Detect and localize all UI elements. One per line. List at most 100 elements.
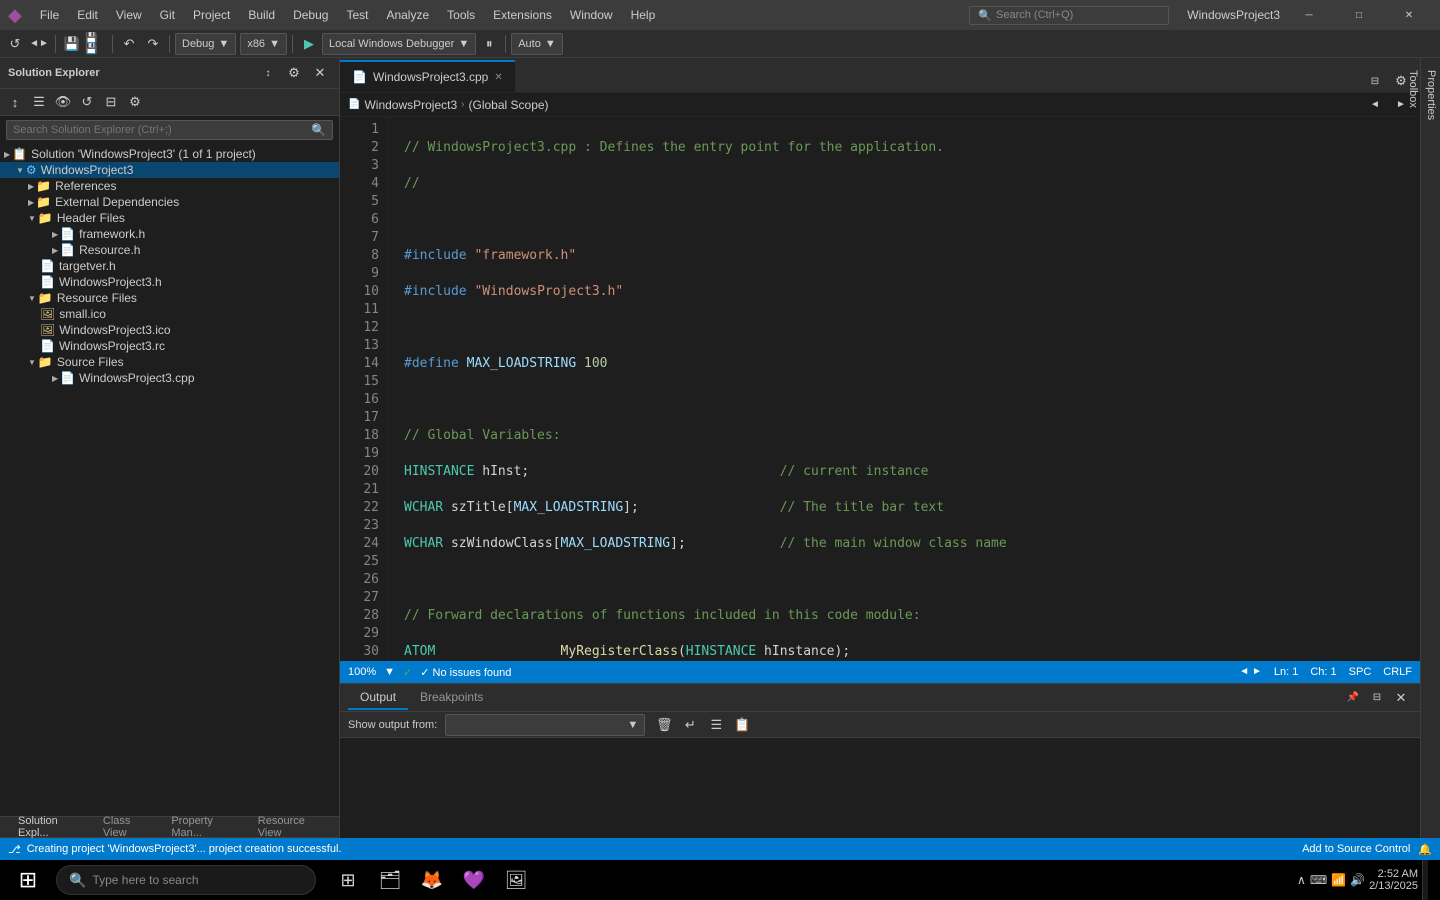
menu-window[interactable]: Window: [562, 6, 621, 24]
sound-icon[interactable]: 🔊: [1350, 873, 1365, 887]
tree-project[interactable]: ▼ ⚙ WindowsProject3: [0, 162, 339, 178]
breadcrumb-file[interactable]: WindowsProject3: [364, 98, 457, 112]
menu-edit[interactable]: Edit: [69, 6, 106, 24]
menu-file[interactable]: File: [32, 6, 67, 24]
editor-tab-wp3-cpp[interactable]: 📄 WindowsProject3.cpp ✕: [340, 60, 515, 92]
title-bar: ◆ File Edit View Git Project Build Debug…: [0, 0, 1440, 30]
tab-property-manager[interactable]: Property Man...: [161, 813, 245, 838]
se-show-all-btn[interactable]: 👁: [52, 91, 74, 113]
se-refresh-btn[interactable]: ↺: [76, 91, 98, 113]
tree-solution[interactable]: ▶ 📋 Solution 'WindowsProject3' (1 of 1 p…: [0, 146, 339, 162]
undo-btn[interactable]: ↶: [118, 33, 140, 55]
se-settings-btn[interactable]: ⚙: [283, 62, 305, 84]
tree-file-targetver-h[interactable]: 📄 targetver.h: [0, 258, 339, 274]
tree-file-wp3-cpp[interactable]: ▶ 📄 WindowsProject3.cpp: [0, 370, 339, 386]
start-button[interactable]: ⊞: [4, 860, 52, 900]
editor-nav-arrows: ◄ ►: [1239, 666, 1262, 678]
tab-class-view[interactable]: Class View: [93, 813, 159, 838]
se-pin-btn[interactable]: ↕: [257, 62, 279, 84]
config-dropdown[interactable]: Debug ▼: [175, 33, 236, 55]
tree-header-files[interactable]: ▼ 📁 Header Files: [0, 210, 339, 226]
open-btn[interactable]: ◄►: [28, 33, 50, 55]
menu-view[interactable]: View: [108, 6, 150, 24]
tab-resource-view[interactable]: Resource View: [248, 813, 331, 838]
redo-btn[interactable]: ↷: [142, 33, 164, 55]
taskbar-search-box[interactable]: 🔍 Type here to search: [56, 865, 316, 895]
tree-source-files[interactable]: ▼ 📁 Source Files: [0, 354, 339, 370]
tree-resource-files[interactable]: ▼ 📁 Resource Files: [0, 290, 339, 306]
new-project-btn[interactable]: ↺: [4, 33, 26, 55]
se-collapse-btn[interactable]: ⊟: [100, 91, 122, 113]
platform-dropdown[interactable]: x86 ▼: [240, 33, 287, 55]
taskbar-file-explorer[interactable]: 🗂: [370, 860, 410, 900]
taskbar-unknown-app[interactable]: 🖼: [496, 860, 536, 900]
zoom-level[interactable]: 100%: [348, 666, 376, 678]
wp3-h-label: WindowsProject3.h: [59, 275, 162, 289]
tab-solution-explorer[interactable]: Solution Expl...: [8, 813, 91, 838]
keyboard-icon[interactable]: ⌨: [1310, 873, 1327, 887]
output-copy-btn[interactable]: 📋: [731, 714, 753, 736]
save-btn[interactable]: 💾: [61, 33, 83, 55]
maximize-button[interactable]: □: [1336, 0, 1382, 30]
taskbar-task-view[interactable]: ⊞: [328, 860, 368, 900]
taskbar-vs[interactable]: 💜: [454, 860, 494, 900]
properties-tab[interactable]: Properties: [1422, 58, 1440, 838]
menu-git[interactable]: Git: [152, 6, 183, 24]
chevron-up-icon[interactable]: ∧: [1297, 873, 1306, 887]
menu-build[interactable]: Build: [240, 6, 283, 24]
toolbox-tab[interactable]: Toolbox: [1404, 58, 1422, 838]
output-float-btn[interactable]: ⊟: [1366, 687, 1388, 709]
close-button[interactable]: ✕: [1386, 0, 1432, 30]
wp3-cpp-arrow: ▶: [52, 374, 58, 383]
title-search-box[interactable]: 🔍 Search (Ctrl+Q): [969, 6, 1169, 25]
menu-test[interactable]: Test: [338, 6, 376, 24]
taskbar-time: 2:52 AM: [1369, 868, 1418, 880]
editor-split-btn[interactable]: ⊟: [1364, 70, 1386, 92]
se-sync-btn[interactable]: ↕: [4, 91, 26, 113]
tree-file-wp3-h[interactable]: 📄 WindowsProject3.h: [0, 274, 339, 290]
taskbar-firefox[interactable]: 🦊: [412, 860, 452, 900]
se-search-input[interactable]: [13, 124, 311, 136]
tab-output[interactable]: Output: [348, 686, 408, 710]
add-source-control-btn[interactable]: Add to Source Control: [1302, 843, 1410, 855]
small-ico-label: small.ico: [59, 307, 106, 321]
menu-debug[interactable]: Debug: [285, 6, 336, 24]
tree-file-resource-h[interactable]: ▶ 📄 Resource.h: [0, 242, 339, 258]
menu-tools[interactable]: Tools: [439, 6, 483, 24]
tree-file-wp3-rc[interactable]: 📄 WindowsProject3.rc: [0, 338, 339, 354]
taskbar-clock[interactable]: 2:52 AM 2/13/2025: [1369, 868, 1418, 892]
tree-file-small-ico[interactable]: 🖼 small.ico: [0, 306, 339, 322]
tree-external-deps[interactable]: ▶ 📁 External Dependencies: [0, 194, 339, 210]
tab-close-btn[interactable]: ✕: [494, 72, 502, 83]
output-source-dropdown[interactable]: ▼: [445, 714, 645, 736]
start-btn[interactable]: ▶: [298, 33, 320, 55]
output-clear-btn[interactable]: 🗑: [653, 714, 675, 736]
editor-tabs: 📄 WindowsProject3.cpp ✕ ⊟ ⚙: [340, 58, 1420, 93]
menu-analyze[interactable]: Analyze: [378, 6, 437, 24]
debugger-dropdown[interactable]: Local Windows Debugger ▼: [322, 33, 476, 55]
tree-file-wp3-ico[interactable]: 🖼 WindowsProject3.ico: [0, 322, 339, 338]
tree-references[interactable]: ▶ 📁 References: [0, 178, 339, 194]
editor-nav-back[interactable]: ◄: [1364, 94, 1386, 116]
pause-btn[interactable]: ⏸: [478, 33, 500, 55]
tab-breakpoints[interactable]: Breakpoints: [408, 686, 495, 710]
menu-help[interactable]: Help: [623, 6, 664, 24]
network-icon[interactable]: 📶: [1331, 873, 1346, 887]
show-desktop-btn[interactable]: [1422, 860, 1428, 900]
auto-dropdown[interactable]: Auto ▼: [511, 33, 563, 55]
breadcrumb-scope[interactable]: (Global Scope): [469, 98, 549, 112]
se-properties-btn[interactable]: ☰: [28, 91, 50, 113]
output-filter-btn[interactable]: ☰: [705, 714, 727, 736]
menu-project[interactable]: Project: [185, 6, 238, 24]
menu-extensions[interactable]: Extensions: [485, 6, 560, 24]
se-close-btn[interactable]: ✕: [309, 62, 331, 84]
minimize-button[interactable]: ─: [1286, 0, 1332, 30]
notification-bell-icon[interactable]: 🔔: [1418, 843, 1432, 856]
output-word-wrap-btn[interactable]: ↵: [679, 714, 701, 736]
save-all-btn[interactable]: 💾💾: [85, 33, 107, 55]
output-pin-btn[interactable]: 📌: [1342, 687, 1364, 709]
tree-file-framework-h[interactable]: ▶ 📄 framework.h: [0, 226, 339, 242]
solution-explorer-search[interactable]: 🔍: [6, 120, 333, 140]
se-filter-btn[interactable]: ⚙: [124, 91, 146, 113]
code-content[interactable]: // WindowsProject3.cpp : Defines the ent…: [388, 117, 1406, 661]
